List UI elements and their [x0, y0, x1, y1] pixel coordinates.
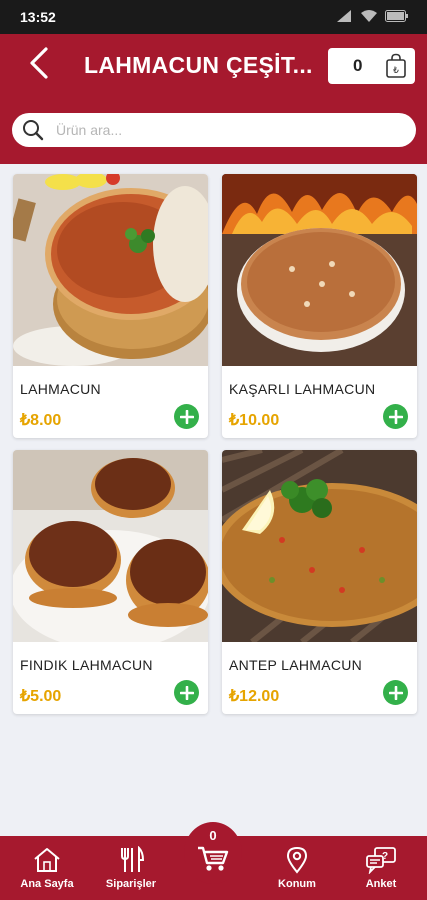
page-title: LAHMACUN ÇEŞİT... [84, 52, 313, 78]
survey-chat-icon: ? [366, 847, 396, 874]
header-cart-button[interactable]: 0 ₺ [328, 48, 415, 84]
product-card-lahmacun[interactable]: LAHMACUN ₺8.00 [13, 174, 208, 438]
product-image [13, 174, 208, 366]
nav-label: Siparişler [105, 878, 157, 890]
product-image [222, 450, 417, 642]
product-name: ANTEP LAHMACUN [229, 657, 363, 673]
cutlery-icon [121, 846, 145, 872]
search-bar [12, 113, 416, 147]
add-to-cart-button[interactable] [174, 680, 199, 705]
product-price: ₺5.00 [20, 688, 62, 705]
plus-icon [388, 409, 403, 424]
battery-icon [385, 10, 408, 22]
location-pin-icon [286, 846, 308, 874]
cart-count: 0 [209, 828, 217, 843]
cart-icon [198, 846, 229, 871]
back-button[interactable] [22, 46, 56, 80]
shopping-bag-icon: ₺ [386, 53, 406, 78]
nav-item-home[interactable]: Ana Sayfa [10, 836, 84, 900]
search-icon [23, 120, 44, 141]
product-card-antep-lahmacun[interactable]: ANTEP LAHMACUN ₺12.00 [222, 450, 417, 714]
product-card-findik-lahmacun[interactable]: FINDIK LAHMACUN ₺5.00 [13, 450, 208, 714]
status-time: 13:52 [20, 9, 56, 25]
plus-icon [179, 685, 194, 700]
signal-icon [337, 10, 351, 22]
product-price: ₺10.00 [229, 412, 280, 429]
home-icon [34, 848, 60, 872]
nav-item-orders[interactable]: Siparişler [96, 836, 166, 900]
plus-icon [388, 685, 403, 700]
add-to-cart-button[interactable] [174, 404, 199, 429]
nav-item-survey[interactable]: ? Anket [348, 836, 414, 900]
product-name: LAHMACUN [20, 381, 101, 397]
plus-icon [179, 409, 194, 424]
header-cart-count: 0 [353, 56, 363, 75]
chevron-left-icon [30, 47, 48, 79]
status-bar: 13:52 [0, 0, 427, 34]
nav-label: Ana Sayfa [20, 878, 74, 890]
svg-text:₺: ₺ [393, 65, 399, 75]
nav-item-location[interactable]: Konum [264, 836, 330, 900]
add-to-cart-button[interactable] [383, 404, 408, 429]
app-header: LAHMACUN ÇEŞİT... 0 ₺ [0, 34, 427, 164]
status-icons [337, 10, 409, 22]
nav-label: Konum [278, 878, 316, 890]
search-input[interactable] [56, 122, 396, 138]
wifi-icon [361, 10, 377, 22]
product-price: ₺8.00 [20, 412, 62, 429]
product-price: ₺12.00 [229, 688, 280, 705]
floating-cart-button[interactable]: 0 [184, 822, 242, 884]
nav-label: Anket [365, 878, 397, 890]
add-to-cart-button[interactable] [383, 680, 408, 705]
product-name: FINDIK LAHMACUN [20, 657, 153, 673]
product-card-kasarli-lahmacun[interactable]: KAŞARLI LAHMACUN ₺10.00 [222, 174, 417, 438]
product-image [13, 450, 208, 642]
product-image [222, 174, 417, 366]
product-name: KAŞARLI LAHMACUN [229, 381, 376, 397]
